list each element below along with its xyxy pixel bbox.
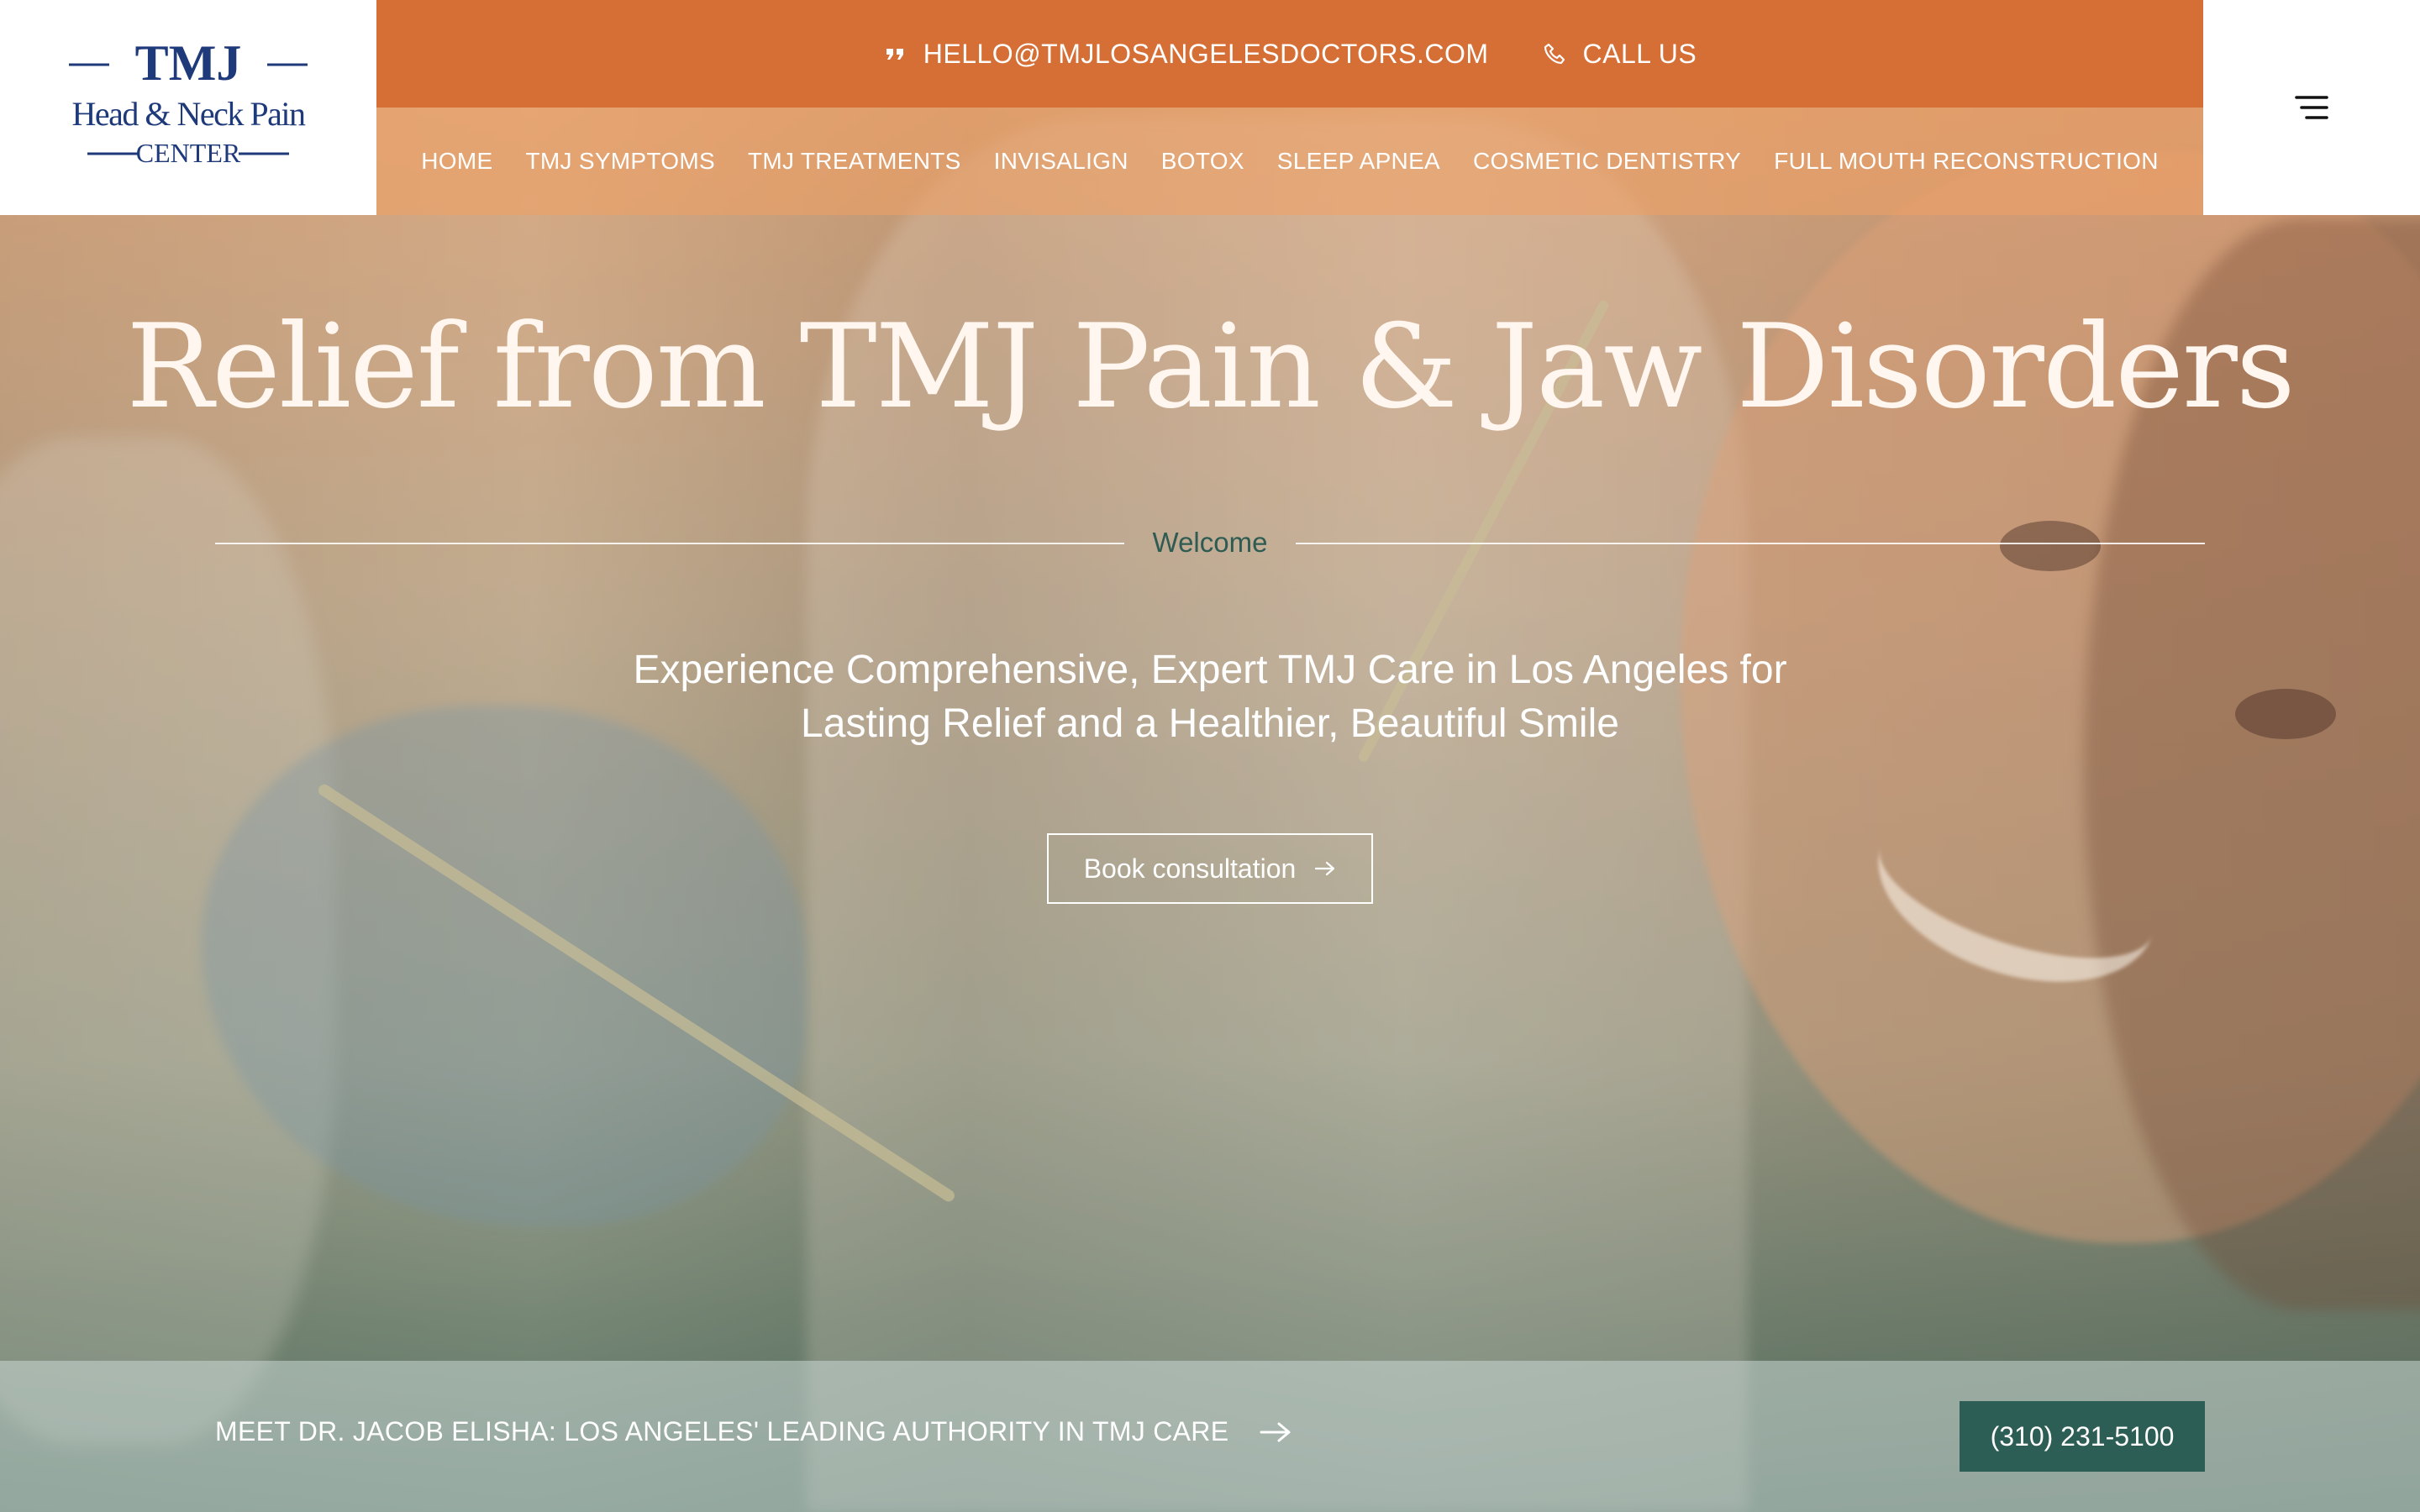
email-link[interactable]: HELLO@TMJLOSANGELESDOCTORS.COM xyxy=(883,39,1489,70)
arrow-right-icon xyxy=(1260,1422,1291,1441)
contact-bar: HELLO@TMJLOSANGELESDOCTORS.COM CALL US xyxy=(376,0,2203,108)
nav-item-cosmetic-dentistry[interactable]: COSMETIC DENTISTRY xyxy=(1473,148,1741,175)
background-eye xyxy=(2235,689,2336,739)
hero-subtitle-line1: Experience Comprehensive, Expert TMJ Car… xyxy=(633,648,1787,692)
main-navigation: HOME TMJ SYMPTOMS TMJ TREATMENTS INVISAL… xyxy=(376,108,2203,215)
hero-subtitle-line2: Lasting Relief and a Healthier, Beautifu… xyxy=(801,701,1619,746)
book-consultation-button[interactable]: Book consultation xyxy=(1047,833,1373,904)
hero-subtitle: Experience Comprehensive, Expert TMJ Car… xyxy=(538,643,1882,751)
call-us-link[interactable]: CALL US xyxy=(1543,39,1697,70)
phone-icon xyxy=(1544,43,1565,65)
background-eye xyxy=(2000,521,2101,571)
divider-left xyxy=(215,543,1124,544)
site-logo-link[interactable]: TMJ Head & Neck Pain Center xyxy=(0,0,376,215)
nav-item-sleep-apnea[interactable]: SLEEP APNEA xyxy=(1277,148,1440,175)
phone-number-button[interactable]: (310) 231-5100 xyxy=(1960,1401,2205,1472)
quote-icon xyxy=(886,49,903,60)
hero-background-image xyxy=(0,0,2420,1512)
email-text: HELLO@TMJLOSANGELESDOCTORS.COM xyxy=(923,38,1489,69)
nav-item-tmj-symptoms[interactable]: TMJ SYMPTOMS xyxy=(525,148,715,175)
logo-line1: TMJ xyxy=(135,36,242,91)
hero-title: Relief from TMJ Pain & Jaw Disorders xyxy=(126,299,2295,434)
logo-line3: Center xyxy=(136,138,241,168)
call-us-text: CALL US xyxy=(1582,38,1697,69)
meet-doctor-link[interactable]: MEET DR. JACOB ELISHA: LOS ANGELES' LEAD… xyxy=(215,1416,1292,1447)
welcome-eyebrow: Welcome xyxy=(1152,527,1268,558)
arrow-right-icon xyxy=(1315,861,1335,876)
meet-doctor-label: MEET DR. JACOB ELISHA: LOS ANGELES' LEAD… xyxy=(215,1416,1229,1446)
nav-item-home[interactable]: HOME xyxy=(421,148,492,175)
nav-item-full-mouth-reconstruction[interactable]: FULL MOUTH RECONSTRUCTION xyxy=(1774,148,2159,175)
bottom-bar: MEET DR. JACOB ELISHA: LOS ANGELES' LEAD… xyxy=(0,1361,2420,1512)
hamburger-menu-icon xyxy=(2295,96,2328,119)
logo-line2: Head & Neck Pain xyxy=(71,95,306,133)
nav-item-tmj-treatments[interactable]: TMJ TREATMENTS xyxy=(748,148,961,175)
tmj-logo: TMJ Head & Neck Pain Center xyxy=(69,36,308,168)
menu-toggle-button[interactable] xyxy=(2203,0,2420,215)
divider-right xyxy=(1296,543,2205,544)
nav-item-botox[interactable]: BOTOX xyxy=(1161,148,1244,175)
nav-item-invisalign[interactable]: INVISALIGN xyxy=(994,148,1128,175)
book-consultation-label: Book consultation xyxy=(1083,853,1297,884)
